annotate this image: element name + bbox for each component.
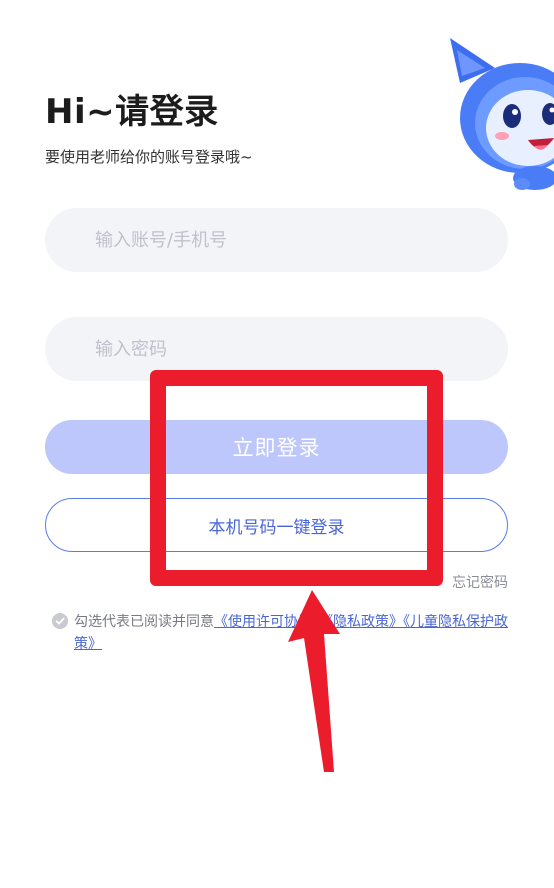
agreement-prefix: 勾选代表已阅读并同意	[74, 614, 214, 630]
account-input[interactable]	[45, 208, 508, 272]
check-circle-icon[interactable]	[52, 613, 68, 629]
forgot-password-link[interactable]: 忘记密码	[452, 572, 508, 592]
account-field-container	[45, 208, 508, 272]
annotation-arrow-icon	[288, 590, 340, 772]
annotation-highlight-box	[150, 370, 443, 586]
mascot-icon	[450, 38, 554, 190]
page-title: Hi~请登录	[45, 92, 219, 132]
page-subtitle: 要使用老师给你的账号登录哦~	[45, 148, 253, 166]
